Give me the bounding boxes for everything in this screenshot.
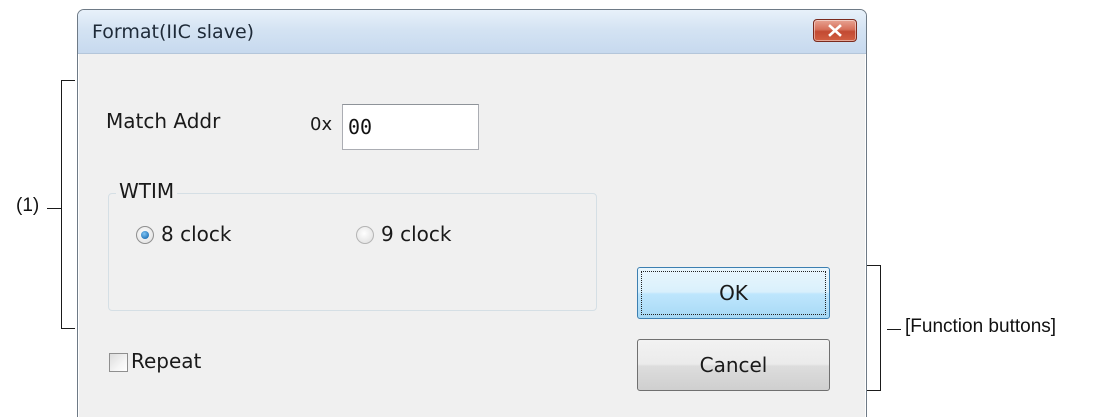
hex-prefix: 0x (310, 114, 333, 135)
function-buttons-label: [Function buttons] (905, 316, 1057, 337)
ok-button-label: OK (719, 281, 748, 305)
dialog-body: Match Addr 0x 00 WTIM 8 clock 9 clock Re… (88, 62, 856, 417)
wtim-caption: WTIM (116, 179, 178, 203)
close-button[interactable] (813, 19, 857, 42)
match-addr-input[interactable]: 00 (342, 104, 479, 150)
function-buttons-tick (887, 329, 901, 330)
repeat-label[interactable]: Repeat (131, 349, 201, 373)
wtim-8-clock-label[interactable]: 8 clock (161, 222, 231, 246)
area-1-bracket (61, 80, 75, 329)
figure-canvas: (1) [Function buttons] Format(IIC slave)… (0, 0, 1102, 417)
format-iic-slave-dialog: Format(IIC slave) Match Addr 0x 00 WTIM … (77, 9, 867, 417)
repeat-checkbox[interactable] (109, 353, 128, 372)
close-icon (828, 24, 842, 37)
area-1-tick (47, 208, 61, 209)
area-1-label: (1) (16, 195, 40, 216)
wtim-9-clock-label[interactable]: 9 clock (381, 222, 451, 246)
title-bar[interactable]: Format(IIC slave) (78, 10, 866, 54)
match-addr-label: Match Addr (106, 109, 221, 133)
ok-button[interactable]: OK (637, 267, 830, 319)
wtim-8-clock-radio[interactable] (136, 226, 154, 244)
cancel-button[interactable]: Cancel (637, 339, 830, 391)
dialog-title: Format(IIC slave) (92, 21, 255, 43)
cancel-button-label: Cancel (699, 353, 768, 377)
function-buttons-bracket (867, 265, 881, 391)
wtim-9-clock-radio[interactable] (356, 226, 374, 244)
wtim-group (108, 193, 597, 311)
